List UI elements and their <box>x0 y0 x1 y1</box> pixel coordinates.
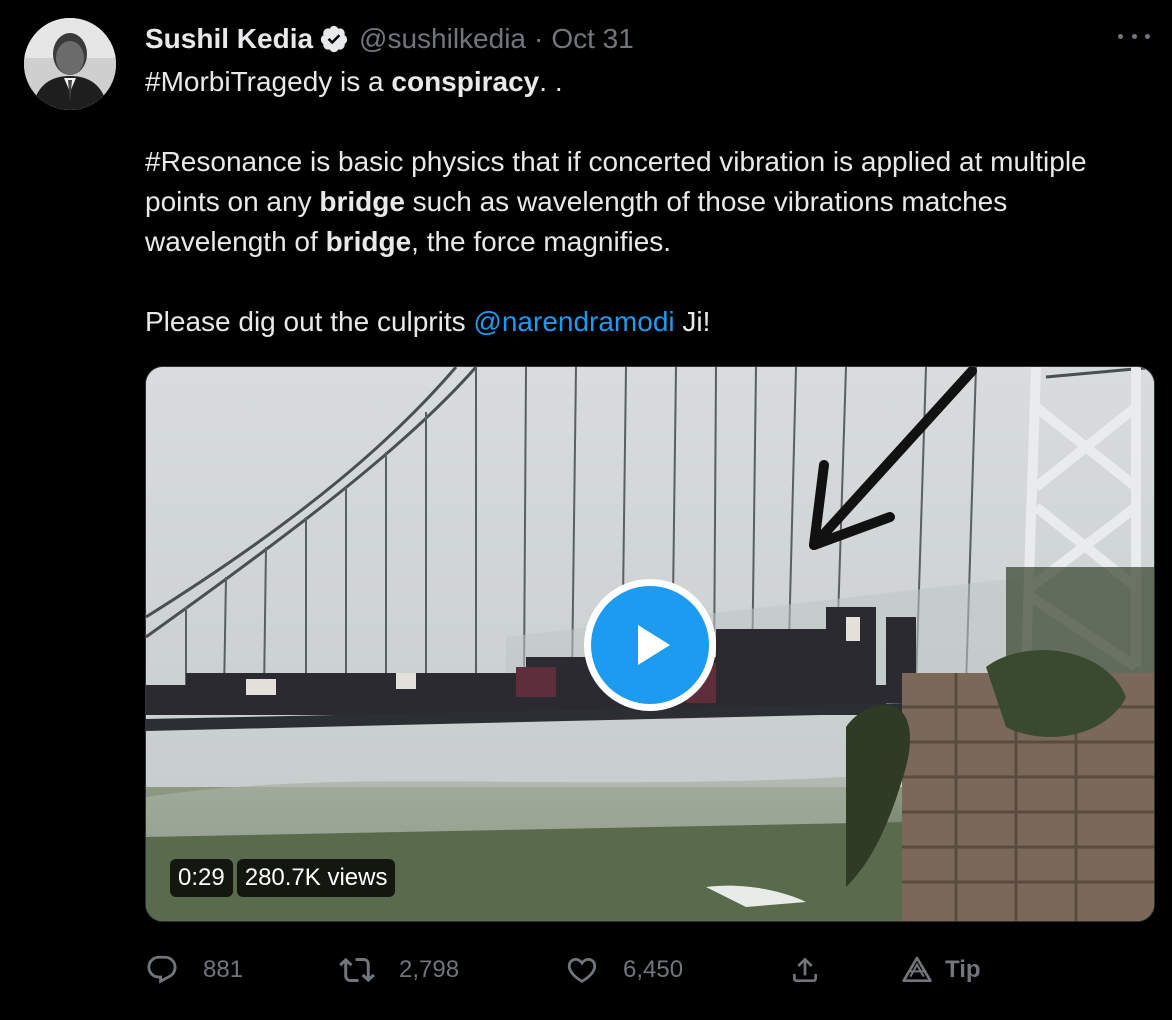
display-name[interactable]: Sushil Kedia <box>145 23 313 55</box>
reply-button[interactable]: 881 <box>145 948 243 992</box>
reply-icon <box>145 953 179 987</box>
like-icon <box>565 953 599 987</box>
text-segment: , the force magnifies. <box>411 226 672 257</box>
tweet-header: Sushil Kedia @sushilkedia · Oct 31 <box>145 22 634 56</box>
retweet-button[interactable]: 2,798 <box>339 948 459 992</box>
bold-word-bridge: bridge <box>325 226 412 257</box>
text-segment: Please dig out the culprits <box>145 306 474 337</box>
like-button[interactable]: 6,450 <box>565 948 683 992</box>
tweet-date[interactable]: Oct 31 <box>551 23 633 55</box>
mention-link[interactable]: @narendramodi <box>473 306 674 337</box>
text-segment: #MorbiTragedy is a <box>145 66 392 97</box>
share-button[interactable] <box>789 948 821 992</box>
verified-icon <box>319 24 349 54</box>
play-icon[interactable] <box>591 586 709 704</box>
tip-button[interactable]: Tip <box>901 948 981 992</box>
video-duration: 0:29 <box>170 859 233 897</box>
text-segment: . . <box>539 66 563 97</box>
reply-count: 881 <box>203 956 244 983</box>
author-handle[interactable]: @sushilkedia <box>359 23 526 55</box>
bold-word-conspiracy: conspiracy <box>391 66 540 97</box>
tweet-text: #MorbiTragedy is a conspiracy. . #Resona… <box>145 62 1135 342</box>
tweet-paragraph-3: Please dig out the culprits @narendramod… <box>145 302 1135 342</box>
video-views: 280.7K views <box>236 859 396 897</box>
avatar[interactable] <box>24 18 116 110</box>
like-count: 6,450 <box>623 956 684 983</box>
tweet: Sushil Kedia @sushilkedia · Oct 31 #Morb… <box>0 0 1172 1020</box>
share-icon <box>789 954 821 986</box>
text-segment: Ji! <box>674 306 711 337</box>
tip-label: Tip <box>945 956 981 983</box>
retweet-count: 2,798 <box>399 956 460 983</box>
header-separator: · <box>534 23 544 54</box>
play-button[interactable] <box>584 579 716 711</box>
bold-word-bridge: bridge <box>319 186 405 217</box>
tip-icon <box>901 954 933 986</box>
video-player[interactable]: 0:29 280.7K views <box>145 366 1155 922</box>
more-icon[interactable] <box>1118 26 1150 46</box>
video-badges: 0:29 280.7K views <box>170 859 396 897</box>
action-bar: 881 2,798 6,450 Tip <box>145 948 1005 992</box>
retweet-icon <box>339 952 375 988</box>
tweet-paragraph-1: #MorbiTragedy is a conspiracy. . <box>145 62 1135 102</box>
tweet-paragraph-2: #Resonance is basic physics that if conc… <box>145 142 1135 262</box>
